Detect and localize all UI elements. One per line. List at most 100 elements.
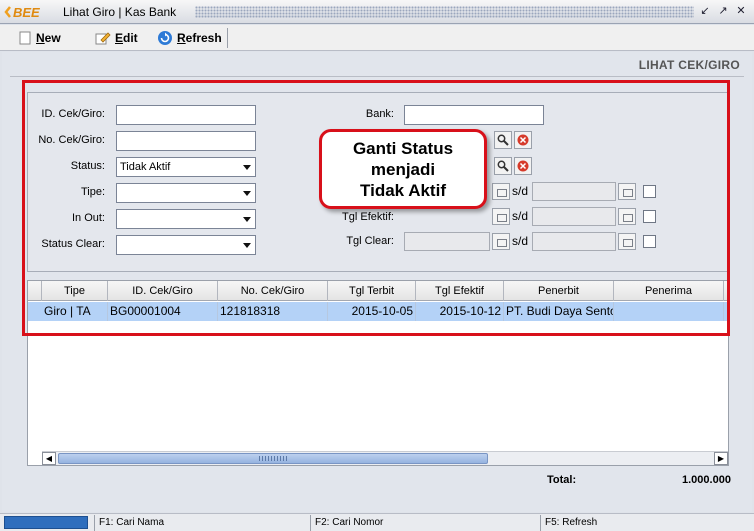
new-document-icon xyxy=(19,31,31,45)
tgl-terbit-to-input[interactable] xyxy=(532,182,616,201)
refresh-button-label: Refresh xyxy=(177,31,222,45)
lookup-clear-button-2[interactable] xyxy=(514,157,532,175)
calendar-icon[interactable] xyxy=(492,183,510,200)
clear-x-icon xyxy=(517,134,529,146)
tgl-clear-checkbox[interactable] xyxy=(643,235,656,248)
lookup-search-button-2[interactable] xyxy=(494,157,512,175)
chevron-down-icon xyxy=(243,191,251,196)
status-select-value: Tidak Aktif xyxy=(120,161,171,173)
clear-x-icon xyxy=(517,160,529,172)
date-range-sep: s/d xyxy=(512,234,529,248)
col-header-penerima[interactable]: Penerima xyxy=(614,281,724,301)
grid-corner xyxy=(28,281,42,301)
status-clear-label: Status Clear: xyxy=(41,238,105,250)
col-header-tgl-terbit[interactable]: Tgl Terbit xyxy=(328,281,416,301)
calendar-icon[interactable] xyxy=(492,233,510,250)
date-range-sep: s/d xyxy=(512,209,529,223)
tgl-clear-label: Tgl Clear: xyxy=(346,235,394,247)
bee-logo: BEE xyxy=(4,5,40,20)
refresh-icon xyxy=(158,31,172,45)
window-titlebar: BEE Lihat Giro | Kas Bank ↙ ↗ ✕ xyxy=(0,0,754,24)
status-progress xyxy=(4,516,88,529)
window-controls: ↙ ↗ ✕ xyxy=(698,4,748,18)
new-button[interactable]: New xyxy=(18,29,61,47)
tipe-select[interactable] xyxy=(116,183,256,203)
grid-header: Tipe ID. Cek/Giro No. Cek/Giro Tgl Terbi… xyxy=(28,281,728,301)
content-area: LIHAT CEK/GIRO ID. Cek/Giro: No. Cek/Gir… xyxy=(2,52,752,512)
tgl-efektif-checkbox[interactable] xyxy=(643,210,656,223)
title-divider xyxy=(10,76,744,77)
callout-line-3: Tidak Aktif xyxy=(360,181,446,200)
tgl-clear-from-input[interactable] xyxy=(404,232,490,251)
edit-button[interactable]: Edit xyxy=(95,29,138,47)
cell-penerbit: PT. Budi Daya Sentosa xyxy=(506,302,614,321)
no-cekgiro-label: No. Cek/Giro: xyxy=(38,134,105,146)
scroll-right-icon[interactable]: ▶ xyxy=(714,452,728,465)
chevron-down-icon xyxy=(243,243,251,248)
cekgiro-grid: Tipe ID. Cek/Giro No. Cek/Giro Tgl Terbi… xyxy=(27,280,729,466)
status-f2: F2: Cari Nomor xyxy=(310,515,540,531)
date-range-sep: s/d xyxy=(512,184,529,198)
callout-line-1: Ganti Status xyxy=(352,139,454,158)
col-header-penerbit[interactable]: Penerbit xyxy=(504,281,614,301)
col-header-id[interactable]: ID. Cek/Giro xyxy=(108,281,218,301)
table-row[interactable]: Giro | TA BG00001004 121818318 2015-10-0… xyxy=(28,302,728,321)
no-cekgiro-input[interactable] xyxy=(116,131,256,151)
edit-pencil-icon xyxy=(95,32,111,45)
scroll-thumb[interactable] xyxy=(58,453,488,464)
status-f5: F5: Refresh xyxy=(540,515,750,531)
tipe-label: Tipe: xyxy=(80,186,105,198)
calendar-icon[interactable] xyxy=(618,183,636,200)
tgl-efektif-to-input[interactable] xyxy=(532,207,616,226)
magnifier-icon xyxy=(497,134,509,146)
status-select[interactable]: Tidak Aktif xyxy=(116,157,256,177)
cell-tgl-efektif: 2015-10-12 xyxy=(416,302,504,321)
chevron-down-icon xyxy=(243,217,251,222)
lookup-search-button[interactable] xyxy=(494,131,512,149)
maximize-icon[interactable]: ↗ xyxy=(716,4,730,18)
total-label: Total: xyxy=(547,474,577,486)
scroll-left-icon[interactable]: ◀ xyxy=(42,452,56,465)
restore-icon[interactable]: ↙ xyxy=(698,4,712,18)
new-button-label: New xyxy=(36,31,61,45)
status-clear-select[interactable] xyxy=(116,235,256,255)
total-value: 1.000.000 xyxy=(682,474,731,486)
col-header-tipe[interactable]: Tipe xyxy=(42,281,108,301)
bank-label: Bank: xyxy=(365,108,394,120)
toolbar-separator xyxy=(227,28,228,48)
calendar-icon[interactable] xyxy=(492,208,510,225)
titlebar-pattern xyxy=(195,6,694,18)
col-header-no[interactable]: No. Cek/Giro xyxy=(218,281,328,301)
status-f1: F1: Cari Nama xyxy=(94,515,310,531)
logo-text: BEE xyxy=(13,5,40,20)
calendar-icon[interactable] xyxy=(618,233,636,250)
tgl-efektif-label: Tgl Efektif: xyxy=(342,211,394,223)
edit-button-label: Edit xyxy=(115,31,138,45)
calendar-icon[interactable] xyxy=(618,208,636,225)
inout-select[interactable] xyxy=(116,209,256,229)
cell-no: 121818318 xyxy=(220,302,328,321)
window-title: Lihat Giro | Kas Bank xyxy=(63,5,177,19)
chevron-down-icon xyxy=(243,165,251,170)
status-bar: F1: Cari Nama F2: Cari Nomor F5: Refresh xyxy=(0,513,754,531)
refresh-button[interactable]: Refresh xyxy=(157,29,222,47)
cell-tgl-terbit: 2015-10-05 xyxy=(328,302,416,321)
col-header-tgl-efektif[interactable]: Tgl Efektif xyxy=(416,281,504,301)
cell-tipe: Giro | TA xyxy=(44,302,108,321)
close-icon[interactable]: ✕ xyxy=(734,4,748,18)
magnifier-icon xyxy=(497,160,509,172)
scroll-grip xyxy=(259,456,289,461)
callout-line-2: menjadi xyxy=(370,160,436,179)
id-cekgiro-input[interactable] xyxy=(116,105,256,125)
status-label: Status: xyxy=(70,160,105,172)
bank-input[interactable] xyxy=(404,105,544,125)
toolbar: New Edit Refresh xyxy=(0,25,754,51)
cell-penerima xyxy=(616,302,724,321)
cell-id: BG00001004 xyxy=(110,302,218,321)
tgl-terbit-checkbox[interactable] xyxy=(643,185,656,198)
tgl-clear-to-input[interactable] xyxy=(532,232,616,251)
horizontal-scrollbar[interactable]: ◀ ▶ xyxy=(42,451,728,465)
id-cekgiro-label: ID. Cek/Giro: xyxy=(41,108,105,120)
lookup-clear-button[interactable] xyxy=(514,131,532,149)
page-title: LIHAT CEK/GIRO xyxy=(638,58,740,72)
